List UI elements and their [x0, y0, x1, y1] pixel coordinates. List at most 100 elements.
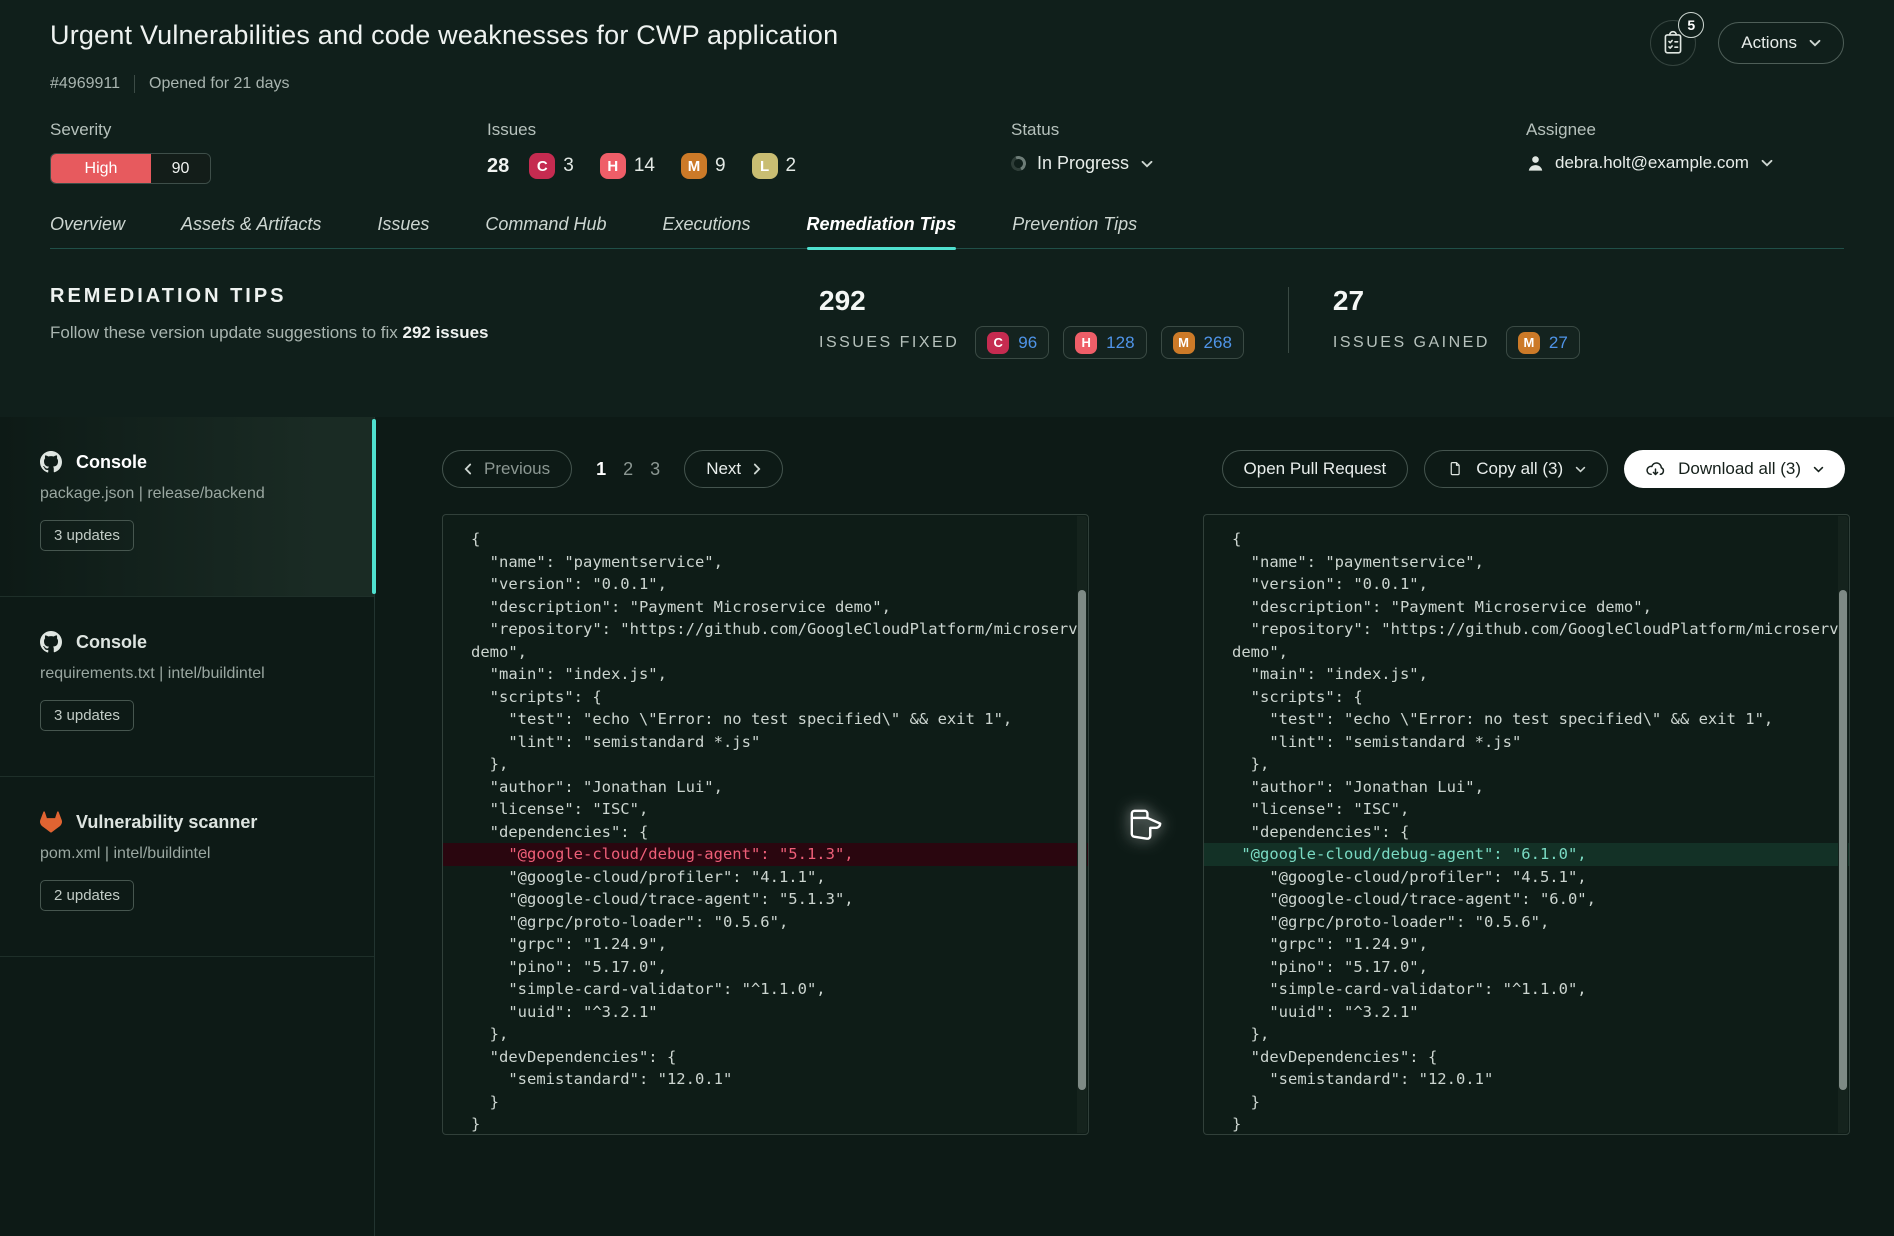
sidebar-item[interactable]: Console package.json | release/backend 3…	[0, 417, 374, 597]
divider	[134, 75, 135, 93]
copy-all-button[interactable]: Copy all (3)	[1424, 450, 1608, 488]
severity-level: High	[51, 154, 151, 183]
vertical-scrollbar[interactable]	[1077, 516, 1087, 1133]
assignee-label: Assignee	[1526, 120, 1773, 140]
sidebar-item-subtitle: requirements.txt | intel/buildintel	[40, 665, 334, 683]
tasks-button[interactable]: 5	[1650, 20, 1696, 66]
code-pane-after: { "name": "paymentservice", "version": "…	[1203, 514, 1850, 1135]
severity-chip: M	[1173, 332, 1195, 354]
tab-bar: Overview Assets & Artifacts Issues Comma…	[50, 214, 1844, 249]
page-number[interactable]: 1	[596, 459, 606, 480]
remediation-sidebar: Console package.json | release/backend 3…	[0, 417, 375, 1236]
code-line: "author": "Jonathan Lui",	[471, 776, 1068, 799]
tab[interactable]: Issues	[377, 214, 429, 248]
status-value: In Progress	[1037, 153, 1129, 174]
scrollbar-thumb[interactable]	[1078, 590, 1086, 1090]
issues-gained-stat: 27 ISSUES GAINED M 27	[1333, 285, 1580, 359]
scrollbar-thumb[interactable]	[1839, 590, 1847, 1090]
issues-label: Issues	[487, 120, 1011, 140]
actions-button[interactable]: Actions	[1718, 22, 1844, 64]
code-line: "@google-cloud/profiler": "4.5.1",	[1232, 866, 1829, 889]
open-pull-request-label: Open Pull Request	[1244, 459, 1387, 479]
sidebar-item-title: Vulnerability scanner	[76, 812, 257, 833]
fixed-badges: C 96 H 128 M 268	[975, 326, 1244, 359]
page-number[interactable]: 2	[623, 459, 633, 480]
severity-count-badge: M 268	[1161, 326, 1244, 359]
assignee-dropdown[interactable]: debra.holt@example.com	[1526, 153, 1773, 173]
person-icon	[1526, 154, 1545, 173]
code-line: "uuid": "^3.2.1"	[471, 1001, 1068, 1024]
code-after: { "name": "paymentservice", "version": "…	[1232, 528, 1829, 1135]
tab[interactable]: Overview	[50, 214, 125, 248]
code-line: "scripts": {	[1232, 686, 1829, 709]
severity-count: M 9	[681, 153, 726, 179]
copy-all-label: Copy all (3)	[1476, 459, 1563, 479]
code-line: "grpc": "1.24.9",	[471, 933, 1068, 956]
code-line: demo",	[1232, 641, 1829, 664]
subtitle-text: Follow these version update suggestions …	[50, 323, 402, 342]
sidebar-item-title: Console	[76, 632, 147, 653]
severity-chip: M	[681, 153, 707, 179]
cloud-download-icon	[1645, 459, 1666, 480]
chevron-down-icon	[1575, 466, 1586, 473]
code-line: "pino": "5.17.0",	[1232, 956, 1829, 979]
code-line: },	[471, 753, 1068, 776]
tab[interactable]: Remediation Tips	[807, 214, 957, 248]
issues-fixed-stat: 292 ISSUES FIXED C 96 H	[819, 285, 1244, 359]
tab[interactable]: Command Hub	[485, 214, 606, 248]
code-line: "name": "paymentservice",	[1232, 551, 1829, 574]
code-line: "repository": "https://github.com/Google…	[471, 618, 1068, 641]
page-numbers: 1 2 3	[596, 459, 660, 480]
code-line: demo",	[471, 641, 1068, 664]
code-pane-before: { "name": "paymentservice", "version": "…	[442, 514, 1089, 1135]
issues-gained-label: ISSUES GAINED	[1333, 334, 1490, 352]
tab[interactable]: Prevention Tips	[1012, 214, 1137, 248]
sidebar-item-subtitle: pom.xml | intel/buildintel	[40, 845, 334, 863]
in-progress-icon	[1009, 154, 1028, 173]
status-dropdown[interactable]: In Progress	[1011, 153, 1526, 174]
code-before: { "name": "paymentservice", "version": "…	[471, 528, 1068, 1135]
updates-badge: 3 updates	[40, 520, 134, 551]
code-line: "@google-cloud/debug-agent": "5.1.3",	[443, 843, 1088, 866]
code-line: },	[1232, 753, 1829, 776]
code-line: {	[471, 528, 1068, 551]
code-line: "dependencies": {	[1232, 821, 1829, 844]
vertical-scrollbar[interactable]	[1838, 516, 1848, 1133]
issues-counts: 28 C 3 H 14 M 9	[487, 153, 1011, 179]
previous-button[interactable]: Previous	[442, 450, 572, 488]
tab[interactable]: Assets & Artifacts	[181, 214, 321, 248]
code-line: "@google-cloud/debug-agent": "6.1.0",	[1204, 843, 1849, 866]
subtitle-issues-count: 292 issues	[402, 323, 488, 342]
download-all-button[interactable]: Download all (3)	[1624, 450, 1845, 488]
tab[interactable]: Executions	[662, 214, 750, 248]
code-line: }	[471, 1091, 1068, 1114]
code-line: "version": "0.0.1",	[471, 573, 1068, 596]
chevron-down-icon	[1761, 159, 1773, 167]
code-line: "version": "0.0.1",	[1232, 573, 1829, 596]
code-line: "test": "echo \"Error: no test specified…	[1232, 708, 1829, 731]
code-line: "scripts": {	[471, 686, 1068, 709]
code-line: "dependencies": {	[471, 821, 1068, 844]
severity-chip: H	[600, 153, 626, 179]
badge-count: 128	[1106, 333, 1134, 353]
severity-chip: M	[1518, 332, 1540, 354]
severity-count-badge: H 128	[1063, 326, 1146, 359]
page-number[interactable]: 3	[650, 459, 660, 480]
code-line: "license": "ISC",	[471, 798, 1068, 821]
severity-chip: C	[987, 332, 1009, 354]
issues-fixed-value: 292	[819, 285, 1244, 317]
finding-id: #4969911	[50, 75, 120, 93]
chevron-left-icon	[464, 463, 472, 475]
code-line: "@google-cloud/trace-agent": "5.1.3",	[471, 888, 1068, 911]
sidebar-item[interactable]: Vulnerability scanner pom.xml | intel/bu…	[0, 777, 374, 957]
next-label: Next	[706, 459, 741, 479]
next-button[interactable]: Next	[684, 450, 783, 488]
issues-fixed-label: ISSUES FIXED	[819, 334, 959, 352]
sidebar-item-title: Console	[76, 452, 147, 473]
issues-gained-value: 27	[1333, 285, 1580, 317]
previous-label: Previous	[484, 459, 550, 479]
sidebar-item[interactable]: Console requirements.txt | intel/buildin…	[0, 597, 374, 777]
severity-count-value: 3	[563, 155, 574, 177]
open-pull-request-button[interactable]: Open Pull Request	[1222, 450, 1409, 488]
severity-chip: L	[752, 153, 778, 179]
